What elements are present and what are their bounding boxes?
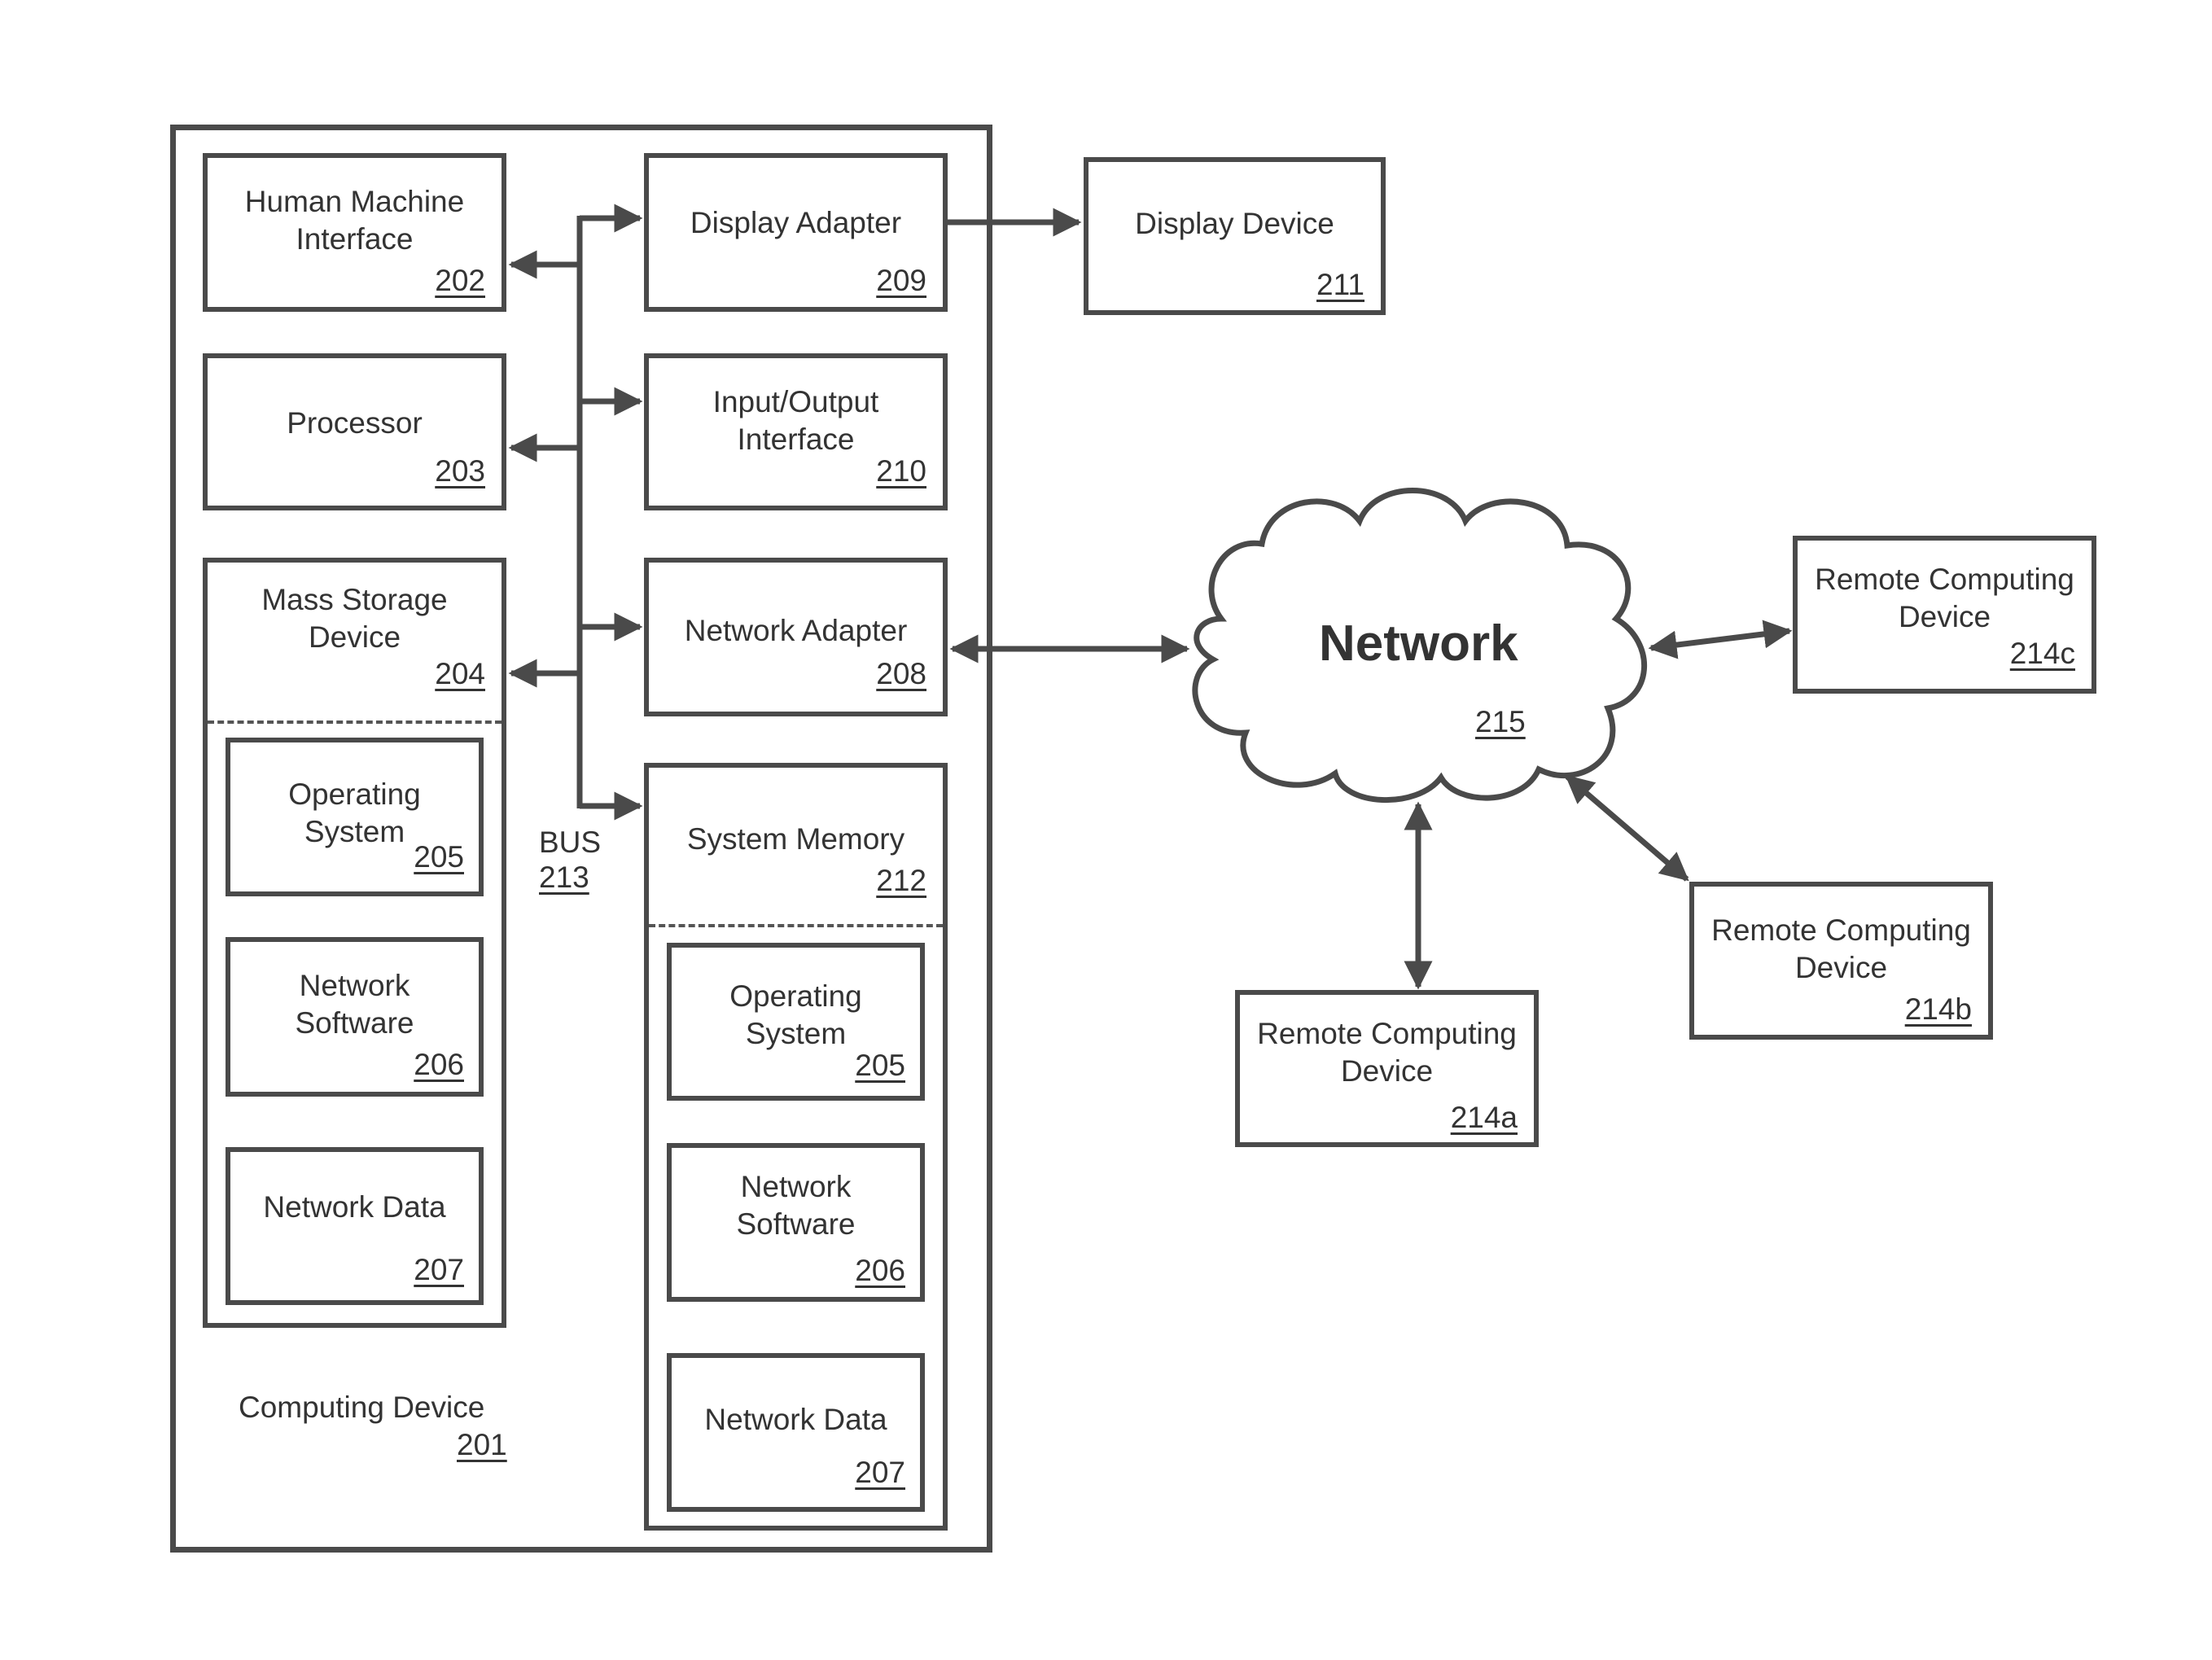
bus-ref: 213 — [539, 861, 589, 894]
system-memory-label: System Memory — [686, 822, 905, 856]
mass-storage-divider — [208, 721, 502, 724]
remote-214b-label-1: Remote Computing — [1711, 913, 1971, 947]
mass-storage-label-1: Mass Storage — [261, 583, 448, 616]
remote-214a-label-1: Remote Computing — [1257, 1017, 1517, 1050]
network-adapter-ref: 208 — [876, 657, 926, 690]
ms-netdata-label: Network Data — [263, 1190, 446, 1224]
sm-netsw-label-1: Network — [740, 1170, 852, 1203]
io-label-2: Interface — [737, 423, 855, 456]
remote-214c-label-2: Device — [1898, 600, 1991, 633]
io-label-1: Input/Output — [712, 385, 879, 418]
io-ref: 210 — [876, 454, 926, 488]
display-adapter-box: Display Adapter 209 — [644, 153, 948, 312]
remote-214b-label-2: Device — [1794, 951, 1888, 984]
processor-box: Processor 203 — [203, 353, 506, 510]
sm-netdata-box: Network Data 207 — [667, 1353, 925, 1512]
bus-label: BUS — [539, 826, 602, 859]
network-adapter-box: Network Adapter 208 — [644, 558, 948, 716]
sm-os-label-1: Operating — [729, 979, 862, 1013]
network-adapter-label: Network Adapter — [684, 614, 908, 647]
hmi-label-2: Interface — [296, 222, 414, 256]
ms-os-box: Operating System 205 — [226, 738, 484, 896]
system-memory-ref: 212 — [876, 864, 926, 897]
sm-os-label-2: System — [745, 1017, 847, 1050]
sm-netsw-box: Network Software 206 — [667, 1143, 925, 1302]
network-ref: 215 — [1475, 705, 1526, 738]
io-interface-box: Input/Output Interface 210 — [644, 353, 948, 510]
display-device-box: Display Device 211 — [1084, 157, 1386, 315]
sm-netdata-label: Network Data — [704, 1403, 887, 1436]
ms-netdata-ref: 207 — [414, 1253, 464, 1286]
ms-netdata-box: Network Data 207 — [226, 1147, 484, 1305]
remote-214a-ref: 214a — [1450, 1101, 1518, 1134]
ms-os-label-1: Operating — [288, 777, 421, 811]
computing-device-ref: 201 — [457, 1428, 507, 1461]
remote-214c-label-1: Remote Computing — [1815, 563, 2074, 596]
sm-netsw-label-2: Software — [736, 1207, 856, 1241]
display-device-ref: 211 — [1316, 268, 1364, 301]
computing-device-label: Computing Device — [239, 1391, 485, 1424]
system-memory-divider — [649, 924, 943, 927]
mass-storage-ref: 204 — [435, 657, 485, 690]
network-214b-link — [1565, 774, 1689, 882]
display-adapter-label: Display Adapter — [690, 206, 902, 239]
sm-os-ref: 205 — [855, 1049, 905, 1082]
display-device-label: Display Device — [1135, 207, 1334, 240]
display-adapter-ref: 209 — [876, 264, 926, 297]
remote-214c-ref: 214c — [2009, 637, 2075, 670]
ms-os-ref: 205 — [414, 840, 464, 874]
remote-214c-box: Remote Computing Device 214c — [1793, 536, 2096, 694]
network-label: Network — [1319, 615, 1518, 672]
sm-netdata-ref: 207 — [855, 1456, 905, 1489]
hmi-label-1: Human Machine — [244, 185, 465, 218]
hmi-box: Human Machine Interface 202 — [203, 153, 506, 312]
ms-netsw-label-1: Network — [299, 969, 410, 1002]
ms-netsw-ref: 206 — [414, 1048, 464, 1081]
network-214c-link — [1648, 620, 1793, 659]
processor-ref: 203 — [435, 454, 485, 488]
sm-netsw-ref: 206 — [855, 1254, 905, 1287]
remote-214b-box: Remote Computing Device 214b — [1689, 882, 1993, 1040]
processor-label: Processor — [287, 406, 423, 440]
remote-214b-ref: 214b — [1904, 992, 1972, 1026]
ms-netsw-label-2: Software — [295, 1006, 414, 1040]
sm-os-box: Operating System 205 — [667, 943, 925, 1101]
hmi-ref: 202 — [435, 264, 485, 297]
remote-214a-box: Remote Computing Device 214a — [1235, 990, 1539, 1147]
remote-214a-label-2: Device — [1340, 1054, 1434, 1088]
ms-netsw-box: Network Software 206 — [226, 937, 484, 1097]
mass-storage-label-2: Device — [308, 620, 401, 654]
